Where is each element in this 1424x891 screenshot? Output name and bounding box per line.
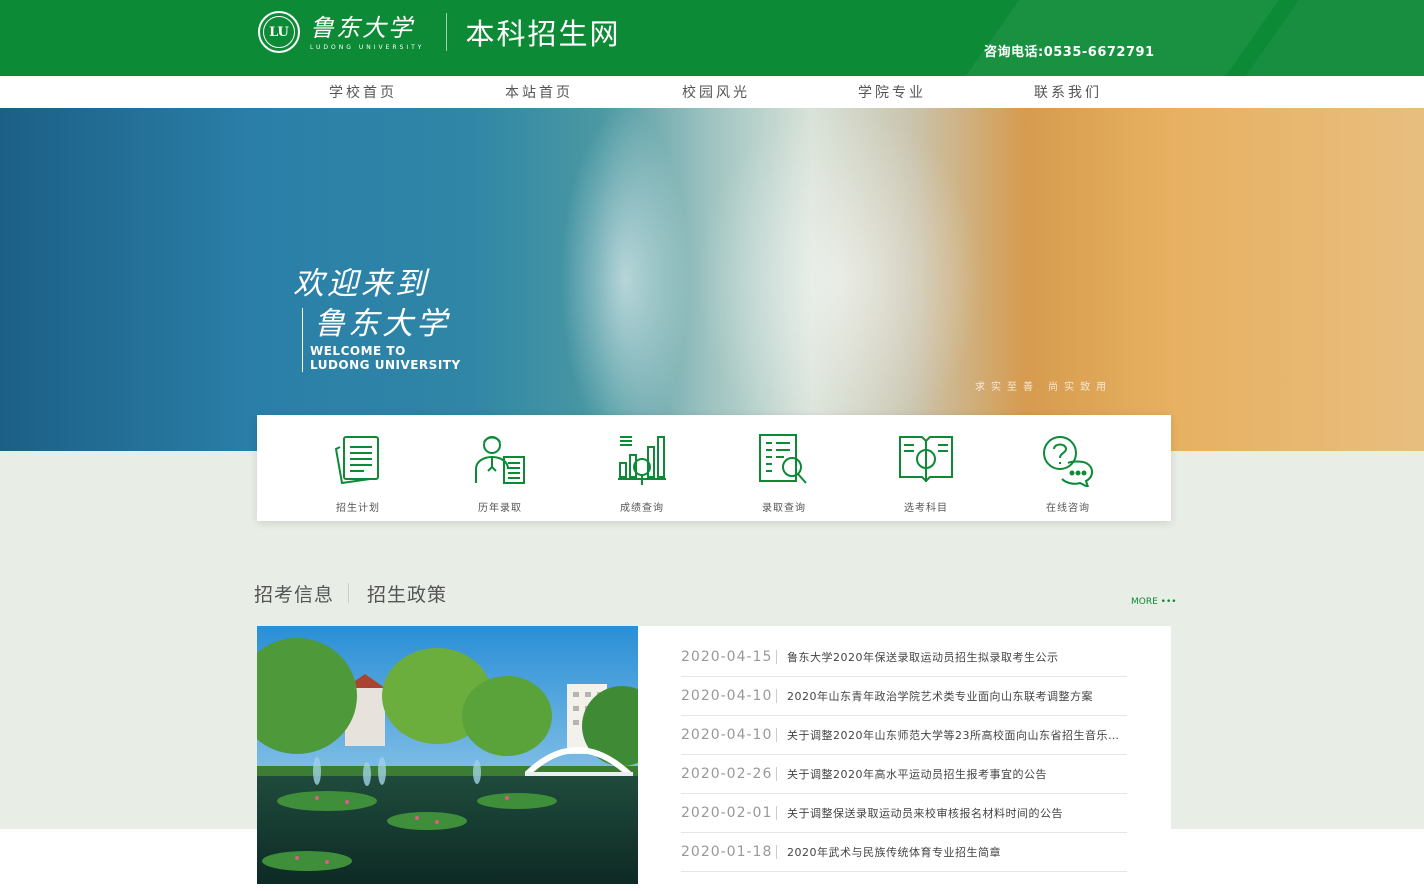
campus-photo[interactable]: [257, 626, 638, 884]
news-separator: [776, 806, 777, 820]
main-nav: 学校首页 本站首页 校园风光 学院专业 联系我们: [0, 76, 1424, 108]
news-separator: [776, 650, 777, 664]
news-panel: 2020-04-15 鲁东大学2020年保送录取运动员招生拟录取考生公示 202…: [257, 626, 1171, 891]
logo-divider: [446, 13, 448, 51]
quick-link-label: 在线咨询: [1046, 503, 1090, 514]
nav-item-campus-scenery[interactable]: 校园风光: [682, 82, 750, 102]
site-title: 本科招生网: [465, 17, 621, 51]
quick-link-enrollment-plan[interactable]: 招生计划: [308, 433, 408, 514]
news-separator: [776, 767, 777, 781]
news-title: 关于调整2020年高水平运动员招生报考事宜的公告: [787, 768, 1047, 781]
book-search-icon: [899, 436, 953, 483]
tab-admission-policy[interactable]: 招生政策: [367, 580, 447, 607]
news-separator: [776, 689, 777, 703]
quick-link-label: 招生计划: [336, 503, 380, 514]
logo-english-name: LUDONG UNIVERSITY: [310, 43, 425, 51]
hotline-text: 咨询电话:0535-6672791: [984, 45, 1155, 60]
news-date: 2020-04-10: [681, 688, 773, 704]
quick-link-label: 成绩查询: [620, 503, 664, 514]
hero-wave-foam: [700, 108, 980, 451]
hero-banner: [0, 108, 1424, 451]
quick-link-label: 选考科目: [904, 503, 948, 514]
news-item[interactable]: 2020-04-10 2020年山东青年政治学院艺术类专业面向山东联考调整方案: [681, 677, 1127, 716]
nav-item-contact-us[interactable]: 联系我们: [1034, 82, 1102, 102]
news-date: 2020-04-10: [681, 727, 773, 743]
news-title: 关于调整保送录取运动员来校审核报名材料时间的公告: [787, 807, 1063, 820]
news-title: 2020年山东青年政治学院艺术类专业面向山东联考调整方案: [787, 690, 1093, 703]
hero-motto: 求实至善 尚实致用: [975, 382, 1113, 393]
header-decoration: [920, 0, 1308, 76]
news-list: 2020-04-15 鲁东大学2020年保送录取运动员招生拟录取考生公示 202…: [681, 638, 1127, 872]
news-item[interactable]: 2020-01-18 2020年武术与民族传统体育专业招生简章: [681, 833, 1127, 872]
chart-search-icon: [618, 436, 666, 485]
seal-letters: LU: [263, 16, 295, 48]
news-separator: [776, 728, 777, 742]
hero-accent-bar: [302, 308, 303, 372]
news-title: 2020年武术与民族传统体育专业招生简章: [787, 846, 1001, 859]
hero-english-line2: LUDONG UNIVERSITY: [310, 358, 461, 372]
doc-magnifier-icon: [759, 434, 807, 484]
quick-link-elective-subjects[interactable]: 选考科目: [876, 433, 976, 514]
university-seal-icon: LU: [258, 11, 300, 53]
quick-links-panel: 招生计划 历年录取 成绩查询 录取查询 选考科目 在线咨询: [257, 415, 1171, 521]
hero-welcome-line1: 欢迎来到: [293, 266, 429, 302]
news-item[interactable]: 2020-04-10 关于调整2020年山东师范大学等23所高校面向山东省招生音…: [681, 716, 1127, 755]
more-label: MORE: [1131, 597, 1158, 607]
hero-wave-foam: [560, 108, 690, 451]
tab-admission-info[interactable]: 招考信息: [254, 580, 334, 607]
document-stack-icon: [334, 436, 379, 485]
news-separator: [776, 845, 777, 859]
chat-question-icon: [1043, 436, 1093, 489]
dots-icon: •••: [1160, 597, 1177, 607]
news-date: 2020-01-18: [681, 844, 773, 860]
more-link[interactable]: MORE •••: [1131, 597, 1177, 607]
university-logo[interactable]: LU 鲁东大学 LUDONG UNIVERSITY 本科招生网: [258, 11, 620, 53]
hero-english-line1: WELCOME TO: [310, 344, 406, 358]
quick-link-score-query[interactable]: 成绩查询: [592, 433, 692, 514]
news-title: 关于调整2020年山东师范大学等23所高校面向山东省招生音乐类专业考试的公告: [787, 729, 1127, 742]
hero-welcome-line2: 鲁东大学: [314, 306, 450, 342]
quick-link-admission-query[interactable]: 录取查询: [734, 433, 834, 514]
quick-link-online-consult[interactable]: 在线咨询: [1018, 433, 1118, 514]
quick-link-past-admissions[interactable]: 历年录取: [450, 433, 550, 514]
campus-lake-image: [257, 626, 638, 884]
news-date: 2020-02-26: [681, 766, 773, 782]
tab-divider: [348, 583, 349, 603]
person-board-icon: [475, 436, 525, 484]
news-item[interactable]: 2020-02-26 关于调整2020年高水平运动员招生报考事宜的公告: [681, 755, 1127, 794]
nav-item-site-home[interactable]: 本站首页: [505, 82, 573, 102]
nav-item-colleges-majors[interactable]: 学院专业: [858, 82, 926, 102]
site-header: LU 鲁东大学 LUDONG UNIVERSITY 本科招生网 咨询电话:053…: [0, 0, 1424, 76]
logo-chinese-name: 鲁东大学: [310, 13, 414, 42]
logo-wordmark: 鲁东大学 LUDONG UNIVERSITY: [310, 14, 424, 51]
news-item[interactable]: 2020-04-15 鲁东大学2020年保送录取运动员招生拟录取考生公示: [681, 638, 1127, 677]
news-date: 2020-02-01: [681, 805, 773, 821]
news-date: 2020-04-15: [681, 649, 773, 665]
quick-link-label: 历年录取: [478, 503, 522, 514]
news-title: 鲁东大学2020年保送录取运动员招生拟录取考生公示: [787, 651, 1059, 664]
nav-item-school-home[interactable]: 学校首页: [329, 82, 397, 102]
quick-link-label: 录取查询: [762, 503, 806, 514]
news-item[interactable]: 2020-02-01 关于调整保送录取运动员来校审核报名材料时间的公告: [681, 794, 1127, 833]
